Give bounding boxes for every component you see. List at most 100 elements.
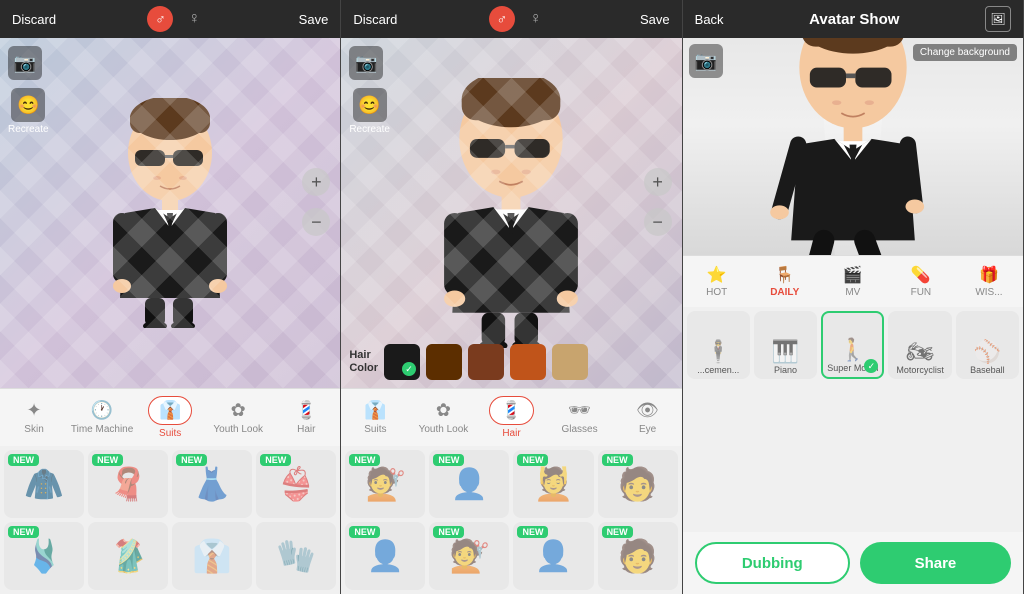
anim-label-0: ...cemen... — [697, 365, 739, 375]
save-button-2[interactable]: Save — [640, 12, 670, 27]
screenshot-button[interactable]: 🖼 — [985, 6, 1011, 32]
avatar-show-title: Avatar Show — [724, 11, 985, 28]
zoom-out-button-2[interactable]: − — [644, 208, 672, 236]
tab-skin-1[interactable]: ✦ Skin — [0, 396, 68, 439]
suit-item-2[interactable]: NEW👗 — [172, 450, 252, 518]
anim-item-2[interactable]: ✓ 🚶 Super Model — [821, 311, 884, 379]
hair-swatch-3[interactable] — [510, 344, 546, 380]
dubbing-button[interactable]: Dubbing — [695, 542, 850, 584]
recreate-button-1[interactable]: 😊 Recreate — [8, 88, 49, 135]
hair-item-0[interactable]: NEW💇 — [345, 450, 425, 518]
youth-label-1: Youth Look — [213, 424, 263, 435]
mv-icon: 🎬 — [843, 265, 863, 285]
eye-icon-2: 👁 — [636, 400, 659, 421]
hair-label-1: Hair — [297, 424, 315, 435]
hair-swatch-1[interactable] — [426, 344, 462, 380]
wish-icon: 🎁 — [979, 265, 999, 285]
male-gender-button-1[interactable]: ♂ — [147, 6, 173, 32]
back-button[interactable]: Back — [695, 12, 724, 27]
background-pattern-2 — [341, 38, 681, 388]
hair-item-5[interactable]: NEW💇 — [429, 522, 509, 590]
tab-suits-2[interactable]: 👔 Suits — [341, 396, 409, 439]
cat-wish[interactable]: 🎁 WIS... — [955, 265, 1023, 298]
suit-item-7[interactable]: 🧤 — [256, 522, 336, 590]
tab-bar-2: 👔 Suits ✿ Youth Look 💈 Hair 🕶 Glasses 👁 … — [341, 388, 681, 446]
tab-glasses-2[interactable]: 🕶 Glasses — [546, 396, 614, 439]
tab-hair-1[interactable]: 💈 Hair — [272, 396, 340, 439]
bottom-actions: Dubbing Share — [683, 532, 1023, 594]
skin-label-1: Skin — [24, 424, 43, 435]
daily-label: DAILY — [770, 287, 799, 298]
suit-item-3[interactable]: NEW👙 — [256, 450, 336, 518]
recreate-label-2: Recreate — [349, 124, 390, 135]
recreate-button-2[interactable]: 😊 Recreate — [349, 88, 390, 135]
suit-item-4[interactable]: NEW🩱 — [4, 522, 84, 590]
tab-time-1[interactable]: 🕐 Time Machine — [68, 396, 136, 439]
anim-label-4: Baseball — [970, 365, 1005, 375]
male-gender-button-2[interactable]: ♂ — [489, 6, 515, 32]
hair-item-3[interactable]: NEW🧑 — [598, 450, 678, 518]
glasses-label-2: Glasses — [561, 424, 597, 435]
female-gender-button-2[interactable]: ♀ — [523, 6, 549, 32]
recreate-label-1: Recreate — [8, 124, 49, 135]
tab-youth-2[interactable]: ✿ Youth Look — [409, 396, 477, 439]
share-button[interactable]: Share — [860, 542, 1011, 584]
suit-item-5[interactable]: 🥻 — [88, 522, 168, 590]
female-gender-button-1[interactable]: ♀ — [181, 6, 207, 32]
hair-swatch-0[interactable]: ✓ — [384, 344, 420, 380]
background-pattern-1 — [0, 38, 340, 388]
time-label-1: Time Machine — [71, 424, 133, 435]
hair-swatch-4[interactable] — [552, 344, 588, 380]
hair-item-7[interactable]: NEW🧑 — [598, 522, 678, 590]
skin-icon-1: ✦ — [26, 400, 41, 421]
anim-item-3[interactable]: 🏍 Motorcyclist — [888, 311, 951, 379]
tab-bar-1: ✦ Skin 🕐 Time Machine 👔 Suits ✿ Youth Lo… — [0, 388, 340, 446]
daily-icon: 🪑 — [775, 265, 795, 285]
hair-item-2[interactable]: NEW💆 — [513, 450, 593, 518]
panel-suits: Discard ♂ ♀ Save 📷 😊 Recreate + − — [0, 0, 341, 594]
camera-button-2[interactable]: 📷 — [349, 46, 383, 80]
panel1-header: Discard ♂ ♀ Save — [0, 0, 340, 38]
hair-item-4[interactable]: NEW👤 — [345, 522, 425, 590]
cat-hot[interactable]: ⭐ HOT — [683, 265, 751, 298]
hot-label: HOT — [706, 287, 727, 298]
suits-icon-2: 👔 — [364, 400, 386, 421]
camera-icon-3: 📷 — [694, 51, 716, 72]
anim-item-0[interactable]: 🕴 ...cemen... — [687, 311, 750, 379]
suit-item-6[interactable]: 👔 — [172, 522, 252, 590]
tab-hair-2[interactable]: 💈 Hair — [477, 392, 545, 443]
cat-daily[interactable]: 🪑 DAILY — [751, 265, 819, 298]
recreate-icon-1: 😊 — [11, 88, 45, 122]
fun-label: FUN — [911, 287, 932, 298]
fun-icon: 💊 — [911, 265, 931, 285]
suit-item-0[interactable]: NEW🧥 — [4, 450, 84, 518]
hair-item-1[interactable]: NEW👤 — [429, 450, 509, 518]
eye-label-2: Eye — [639, 424, 656, 435]
discard-button-1[interactable]: Discard — [12, 12, 56, 27]
anim-item-4[interactable]: ⚾ Baseball — [956, 311, 1019, 379]
tab-eye-2[interactable]: 👁 Eye — [614, 396, 682, 439]
hair-color-bar: HairColor ✓ — [341, 344, 681, 380]
suits-label-2: Suits — [364, 424, 386, 435]
tab-suits-1[interactable]: 👔 Suits — [136, 392, 204, 443]
avatar-area-2: 📷 😊 Recreate + − — [341, 38, 681, 388]
hair-icon-1: 💈 — [295, 400, 317, 421]
hair-icon-2: 💈 — [500, 400, 522, 420]
anim-item-1[interactable]: 🎹 Piano — [754, 311, 817, 379]
zoom-in-button-2[interactable]: + — [644, 168, 672, 196]
selected-check-0: ✓ — [402, 362, 416, 376]
save-button-1[interactable]: Save — [299, 12, 329, 27]
cat-mv[interactable]: 🎬 MV — [819, 265, 887, 298]
tab-youth-1[interactable]: ✿ Youth Look — [204, 396, 272, 439]
discard-button-2[interactable]: Discard — [353, 12, 397, 27]
cat-fun[interactable]: 💊 FUN — [887, 265, 955, 298]
hair-swatch-2[interactable] — [468, 344, 504, 380]
camera-button-1[interactable]: 📷 — [8, 46, 42, 80]
camera-button-3[interactable]: 📷 — [689, 44, 723, 78]
hair-pill-2: 💈 — [489, 396, 533, 425]
suit-item-1[interactable]: NEW🧣 — [88, 450, 168, 518]
suits-grid-1: NEW🧥 NEW🧣 NEW👗 NEW👙 NEW🩱 🥻 👔 🧤 — [0, 446, 340, 594]
avatar-figure-3 — [768, 38, 938, 255]
hair-item-6[interactable]: NEW👤 — [513, 522, 593, 590]
panel-hair: Discard ♂ ♀ Save 📷 😊 Recreate + − — [341, 0, 682, 594]
